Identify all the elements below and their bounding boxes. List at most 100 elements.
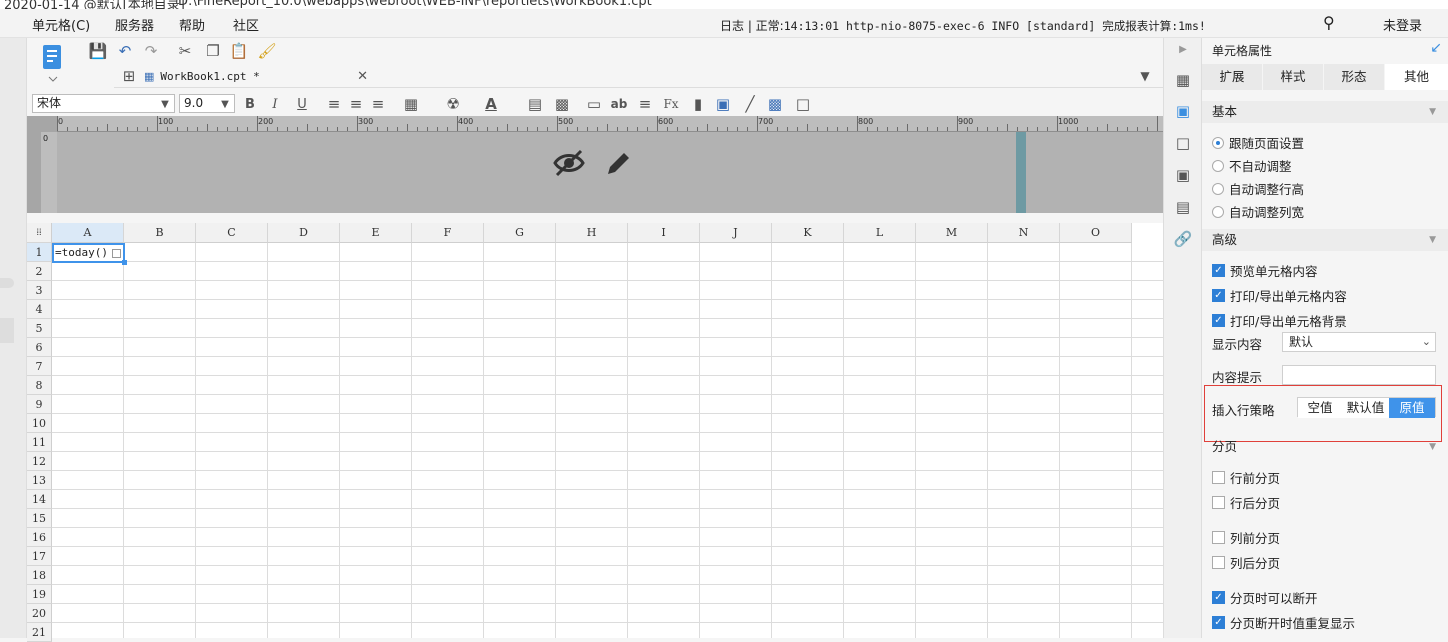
image-icon[interactable]: ▣ xyxy=(712,93,734,115)
float-element-icon[interactable]: □ xyxy=(1172,132,1194,154)
text-cell-icon[interactable]: ▭ xyxy=(583,93,605,115)
row-header[interactable]: 21 xyxy=(27,623,52,642)
tab-expand[interactable]: 扩展 xyxy=(1202,64,1262,90)
row-header[interactable]: 19 xyxy=(27,585,52,604)
hyperlink-icon[interactable]: 🔗 xyxy=(1172,228,1194,250)
column-header[interactable]: A xyxy=(52,223,124,243)
row-header[interactable]: 20 xyxy=(27,604,52,623)
string-icon[interactable]: ab xyxy=(608,93,630,115)
column-header[interactable]: I xyxy=(628,223,700,243)
login-link[interactable]: 未登录 xyxy=(1383,15,1422,34)
fill-color-icon[interactable]: ☢ xyxy=(442,93,464,115)
row-header[interactable]: 16 xyxy=(27,528,52,547)
redo-icon[interactable]: ↷ xyxy=(140,40,162,62)
slash-icon[interactable]: ╱ xyxy=(739,93,761,115)
column-header[interactable]: J xyxy=(700,223,772,243)
cell-a1[interactable]: =today() xyxy=(52,243,127,265)
column-header[interactable]: H xyxy=(556,223,628,243)
menu-help[interactable]: 帮助 xyxy=(179,15,205,34)
row-header[interactable]: 11 xyxy=(27,433,52,452)
column-header[interactable]: N xyxy=(988,223,1060,243)
template-grid-icon[interactable]: ▦ xyxy=(1172,69,1194,91)
row-header[interactable]: 5 xyxy=(27,319,52,338)
bold-icon[interactable]: B xyxy=(239,93,261,115)
check-print-content[interactable]: ✓ 打印/导出单元格内容 xyxy=(1212,286,1347,305)
cell-area[interactable] xyxy=(52,243,1163,638)
undo-icon[interactable]: ↶ xyxy=(114,40,136,62)
radio-no-adjust[interactable]: 不自动调整 xyxy=(1212,156,1292,175)
copy-icon[interactable]: ❐ xyxy=(202,40,224,62)
check-preview-content[interactable]: ✓ 预览单元格内容 xyxy=(1212,261,1318,280)
unmerge-cell-icon[interactable]: ▩ xyxy=(551,93,573,115)
font-color-icon[interactable]: A xyxy=(480,93,502,115)
font-family-select[interactable]: 宋体 ▼ xyxy=(32,94,175,113)
cell-element-icon[interactable]: □ xyxy=(792,93,814,115)
column-header[interactable]: K xyxy=(772,223,844,243)
search-icon[interactable]: ⚲ xyxy=(1323,13,1335,32)
check-paging-5[interactable]: ✓ 分页断开时值重复显示 xyxy=(1212,613,1355,632)
format-painter-icon[interactable]: 🖌 xyxy=(256,40,278,62)
row-header[interactable]: 9 xyxy=(27,395,52,414)
select-all-corner[interactable]: ⁞⁞ xyxy=(27,223,52,243)
collapse-arrow-icon[interactable]: ▶ xyxy=(1172,38,1194,60)
check-paging-3[interactable]: 列后分页 xyxy=(1212,553,1280,572)
tab-style[interactable]: 样式 xyxy=(1263,64,1323,90)
menu-server[interactable]: 服务器 xyxy=(115,15,154,34)
row-header[interactable]: 8 xyxy=(27,376,52,395)
italic-icon[interactable]: I xyxy=(264,93,286,115)
row-header[interactable]: 4 xyxy=(27,300,52,319)
section-paging[interactable]: 分页 ▼ xyxy=(1202,436,1448,458)
merge-cell-icon[interactable]: ▤ xyxy=(524,93,546,115)
row-header[interactable]: 17 xyxy=(27,547,52,566)
display-content-select[interactable]: 默认 ⌄ xyxy=(1282,332,1436,352)
cell-attributes-icon[interactable]: ▣ xyxy=(1172,100,1194,122)
check-print-background[interactable]: ✓ 打印/导出单元格背景 xyxy=(1212,311,1347,330)
column-header[interactable]: B xyxy=(124,223,196,243)
left-panel-tab[interactable] xyxy=(0,318,14,343)
subreport-icon[interactable]: ▩ xyxy=(764,93,786,115)
column-header[interactable]: L xyxy=(844,223,916,243)
tab-form[interactable]: 形态 xyxy=(1324,64,1384,90)
row-header[interactable]: 6 xyxy=(27,338,52,357)
row-header[interactable]: 12 xyxy=(27,452,52,471)
tab-menu-icon[interactable]: ▼ xyxy=(1134,65,1156,87)
column-header[interactable]: F xyxy=(412,223,484,243)
row-header[interactable]: 7 xyxy=(27,357,52,376)
row-header[interactable]: 2 xyxy=(27,262,52,281)
menu-community[interactable]: 社区 xyxy=(233,15,259,34)
log-status[interactable]: 日志 | 正常:14:13:01 http-nio-8075-exec-6 IN… xyxy=(720,17,1206,34)
expand-handle[interactable] xyxy=(0,278,14,288)
row-header[interactable]: 13 xyxy=(27,471,52,490)
grid-view-icon[interactable]: ⊞ xyxy=(118,65,140,87)
insert-default-option[interactable]: 默认值 xyxy=(1342,398,1389,418)
rich-text-icon[interactable]: ≡ xyxy=(634,93,656,115)
column-header[interactable]: O xyxy=(1060,223,1132,243)
align-center-icon[interactable]: ≡ xyxy=(345,93,367,115)
radio-follow-page[interactable]: 跟随页面设置 xyxy=(1212,133,1304,152)
widget-icon[interactable]: ▣ xyxy=(1172,164,1194,186)
row-header[interactable]: 10 xyxy=(27,414,52,433)
edit-pencil-icon[interactable] xyxy=(604,148,634,178)
column-header[interactable]: D xyxy=(268,223,340,243)
column-header[interactable]: G xyxy=(484,223,556,243)
row-header[interactable]: 1 xyxy=(27,243,52,262)
menu-cell[interactable]: 单元格(C) xyxy=(32,15,90,34)
radio-auto-col-width[interactable]: 自动调整列宽 xyxy=(1212,202,1304,221)
formula-icon[interactable]: Fx xyxy=(660,93,682,115)
tab-workbook1[interactable]: ▦ WorkBook1.cpt * ✕ xyxy=(144,64,444,88)
radio-auto-row-height[interactable]: 自动调整行高 xyxy=(1212,179,1304,198)
row-header[interactable]: 3 xyxy=(27,281,52,300)
paste-icon[interactable]: 📋 xyxy=(228,40,250,62)
fill-handle[interactable] xyxy=(122,260,127,265)
border-icon[interactable]: ▦ xyxy=(400,93,422,115)
template-new-icon[interactable] xyxy=(40,44,66,82)
align-right-icon[interactable]: ≡ xyxy=(367,93,389,115)
check-paging-2[interactable]: 列前分页 xyxy=(1212,528,1280,547)
column-header[interactable]: E xyxy=(340,223,412,243)
column-header[interactable]: M xyxy=(916,223,988,243)
save-icon[interactable]: 💾 xyxy=(87,40,109,62)
pin-icon[interactable]: ↙ xyxy=(1430,40,1442,56)
column-header[interactable]: C xyxy=(196,223,268,243)
condition-icon[interactable]: ▤ xyxy=(1172,196,1194,218)
cut-icon[interactable]: ✂ xyxy=(174,40,196,62)
